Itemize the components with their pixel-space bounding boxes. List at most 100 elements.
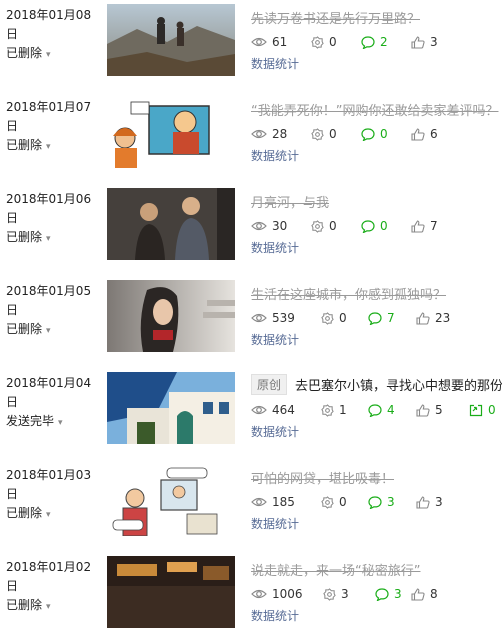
article-thumbnail[interactable] (107, 188, 235, 260)
status-dropdown[interactable]: 已删除 ▾ (6, 136, 51, 153)
like-count: 0 (311, 124, 337, 144)
share-count: 5 (416, 400, 443, 420)
like-count: 0 (321, 308, 347, 328)
status-label: 发送完毕 (6, 414, 55, 428)
share-count: 7 (411, 216, 438, 236)
thumbs-up-icon (411, 127, 425, 141)
status-label: 已删除 (6, 46, 43, 60)
comment-icon (368, 403, 382, 417)
comment-icon (375, 587, 389, 601)
article-title[interactable]: 去巴塞尔小镇，寻找心中想要的那份 (295, 375, 502, 394)
stats-link[interactable]: 数据统计 (251, 239, 299, 256)
publish-date: 2018年01月07日 (6, 100, 92, 133)
repost-icon (469, 404, 483, 416)
view-count: 539 (251, 308, 295, 328)
original-badge: 原创 (251, 373, 288, 395)
publish-date: 2018年01月04日 (6, 376, 92, 409)
share-count: 3 (411, 32, 438, 52)
thumbs-up-icon (416, 311, 430, 325)
reprint-count: 0 (469, 400, 496, 420)
gear-icon (321, 495, 334, 509)
like-count: 0 (311, 32, 337, 52)
status-dropdown[interactable]: 已删除 ▾ (6, 596, 51, 613)
article-row: 2018年01月06日 已删除 ▾ 月亮河，与我 30 0 0 7 数据统计 (0, 184, 502, 276)
share-count: 3 (416, 492, 443, 512)
comment-count: 3 (375, 584, 402, 604)
chevron-down-icon: ▾ (46, 50, 51, 60)
gear-icon (321, 403, 334, 417)
article-title[interactable]: 说走就走，来一场“秘密旅行” (251, 560, 420, 579)
gear-icon (311, 219, 324, 233)
comment-count: 0 (361, 124, 388, 144)
stats-link[interactable]: 数据统计 (251, 423, 299, 440)
eye-icon (251, 405, 267, 415)
article-thumbnail[interactable] (107, 556, 235, 628)
thumbs-up-icon (416, 495, 430, 509)
article-row: 2018年01月03日 已删除 ▾ 可怕的网贷，堪比吸毒！ 185 0 3 3 数… (0, 460, 502, 552)
view-count: 464 (251, 400, 295, 420)
eye-icon (251, 589, 267, 599)
publish-date: 2018年01月03日 (6, 468, 92, 501)
like-count: 1 (321, 400, 347, 420)
article-thumbnail[interactable] (107, 372, 235, 444)
chevron-down-icon: ▾ (46, 142, 51, 152)
comment-count: 0 (361, 216, 388, 236)
stats-link[interactable]: 数据统计 (251, 331, 299, 348)
chevron-down-icon: ▾ (46, 326, 51, 336)
article-row: 2018年01月05日 已删除 ▾ 生活在这座城市，你感到孤独吗？ 539 0 7… (0, 276, 502, 368)
chevron-down-icon: ▾ (58, 418, 63, 428)
article-row: 2018年01月04日 发送完毕 ▾ 原创 去巴塞尔小镇，寻找心中想要的那份 46… (0, 368, 502, 460)
article-title[interactable]: 可怕的网贷，堪比吸毒！ (251, 468, 394, 487)
article-title[interactable]: 月亮河，与我 (251, 192, 329, 211)
article-thumbnail[interactable] (107, 4, 235, 76)
article-thumbnail[interactable] (107, 280, 235, 352)
article-row: 2018年01月02日 已删除 ▾ 说走就走，来一场“秘密旅行” 1006 3 3… (0, 552, 502, 644)
share-count: 23 (416, 308, 450, 328)
status-dropdown[interactable]: 已删除 ▾ (6, 320, 51, 337)
status-label: 已删除 (6, 138, 43, 152)
status-dropdown[interactable]: 已删除 ▾ (6, 504, 51, 521)
gear-icon (323, 587, 336, 601)
status-label: 已删除 (6, 506, 43, 520)
comment-icon (368, 311, 382, 325)
share-count: 8 (411, 584, 438, 604)
comment-count: 4 (368, 400, 395, 420)
stats-link[interactable]: 数据统计 (251, 55, 299, 72)
thumbs-up-icon (416, 403, 430, 417)
status-dropdown[interactable]: 已删除 ▾ (6, 228, 51, 245)
article-title[interactable]: “我能弄死你！”网购你还敢给卖家差评吗？ (251, 100, 498, 119)
view-count: 1006 (251, 584, 303, 604)
view-count: 28 (251, 124, 287, 144)
gear-icon (311, 127, 324, 141)
comment-count: 2 (361, 32, 388, 52)
eye-icon (251, 221, 267, 231)
gear-icon (311, 35, 324, 49)
view-count: 61 (251, 32, 287, 52)
share-count: 6 (411, 124, 438, 144)
comment-icon (368, 495, 382, 509)
view-count: 185 (251, 492, 295, 512)
like-count: 0 (311, 216, 337, 236)
article-title[interactable]: 先读万卷书还是先行万里路？ (251, 8, 420, 27)
stats-link[interactable]: 数据统计 (251, 147, 299, 164)
like-count: 3 (323, 584, 349, 604)
status-dropdown[interactable]: 发送完毕 ▾ (6, 412, 63, 429)
chevron-down-icon: ▾ (46, 510, 51, 520)
eye-icon (251, 313, 267, 323)
article-thumbnail[interactable] (107, 464, 235, 536)
article-row: 2018年01月08日 已删除 ▾ 先读万卷书还是先行万里路？ 61 0 2 3 … (0, 0, 502, 92)
article-thumbnail[interactable] (107, 96, 235, 168)
status-label: 已删除 (6, 322, 43, 336)
thumbs-up-icon (411, 35, 425, 49)
stats-link[interactable]: 数据统计 (251, 515, 299, 532)
status-dropdown[interactable]: 已删除 ▾ (6, 44, 51, 61)
publish-date: 2018年01月02日 (6, 560, 92, 593)
stats-link[interactable]: 数据统计 (251, 607, 299, 624)
status-label: 已删除 (6, 230, 43, 244)
article-title[interactable]: 生活在这座城市，你感到孤独吗？ (251, 284, 446, 303)
comment-icon (361, 35, 375, 49)
like-count: 0 (321, 492, 347, 512)
chevron-down-icon: ▾ (46, 234, 51, 244)
comment-icon (361, 127, 375, 141)
publish-date: 2018年01月05日 (6, 284, 92, 317)
